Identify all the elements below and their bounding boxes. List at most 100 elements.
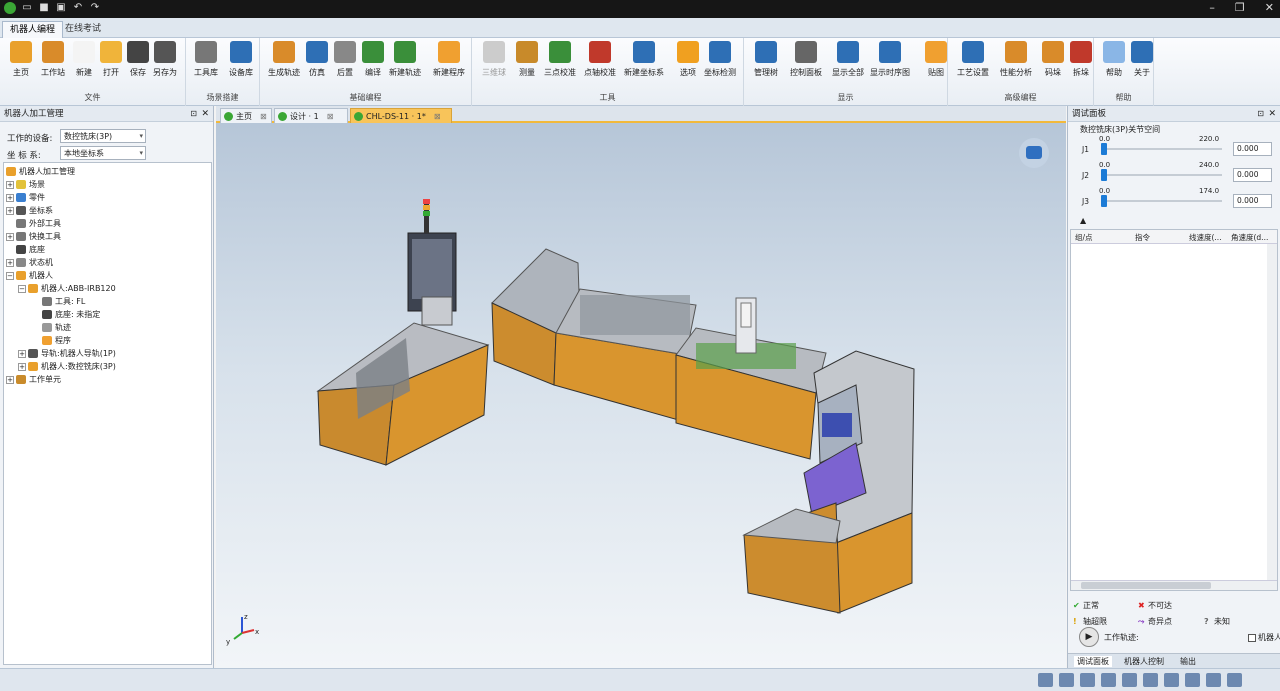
tree-item-ext-tools[interactable]: 外部工具 [16, 217, 61, 230]
col-linear-speed[interactable]: 线速度(... [1189, 232, 1222, 243]
restore-icon[interactable]: ❐ [1235, 1, 1245, 14]
expand-icon[interactable]: + [18, 362, 26, 371]
zoom-fit-icon[interactable] [1080, 673, 1095, 687]
tree-item-quick-tools[interactable]: + 快换工具 [6, 230, 61, 243]
expand-icon[interactable]: + [6, 375, 14, 384]
joint-value-input[interactable]: 0.000 [1233, 168, 1272, 182]
tree-item-trajectory[interactable]: 轨迹 [42, 321, 71, 334]
joint-slider-thumb[interactable] [1101, 169, 1107, 181]
tree-item-cnc[interactable]: + 机器人:数控铣床(3P) [18, 360, 116, 373]
render-mode-icon[interactable] [1101, 673, 1116, 687]
device-row: 工作的设备: 数控铣床(3P) ▾ [0, 128, 213, 145]
tree-item-program[interactable]: 程序 [42, 334, 71, 347]
ribbon-button-point-axis-calib[interactable]: 点轴校准 [583, 41, 617, 78]
doc-tab-chl[interactable]: CHL-DS-11 · 1* ⊠ [350, 108, 452, 123]
view-back-icon[interactable] [1206, 673, 1221, 687]
tree-item-robot-abb[interactable]: − 机器人:ABB-IRB120 [18, 282, 116, 295]
close-icon[interactable]: ⊠ [260, 112, 267, 121]
col-group-point[interactable]: 组/点 [1075, 232, 1093, 243]
joint-value-input[interactable]: 0.000 [1233, 194, 1272, 208]
generate-trajectory-icon [273, 41, 295, 63]
app-logo-icon [278, 112, 287, 121]
ribbon-tab-robot-programming[interactable]: 机器人编程 [2, 21, 64, 38]
close-icon[interactable]: ✕ [201, 106, 209, 122]
tree-item-scene[interactable]: + 场景 [6, 178, 45, 191]
workstation-left [316, 199, 490, 466]
ribbon-button-new-trajectory[interactable]: 新建轨迹 [388, 41, 422, 78]
minimize-icon[interactable]: – [1209, 1, 1215, 14]
collapse-icon[interactable]: ▲ [1080, 216, 1086, 225]
expand-icon[interactable]: + [6, 193, 14, 202]
pin-icon[interactable]: ⊡ [1257, 106, 1264, 122]
joint-slider-thumb[interactable] [1101, 195, 1107, 207]
device-select[interactable]: 数控铣床(3P) ▾ [60, 129, 146, 143]
collapse-icon[interactable]: − [18, 284, 26, 293]
tree-item-parts[interactable]: + 零件 [6, 191, 45, 204]
close-icon[interactable]: ⊠ [327, 112, 334, 121]
close-icon[interactable]: ✕ [1268, 106, 1276, 122]
ribbon-button-process-settings[interactable]: 工艺设置 [956, 41, 990, 78]
save-all-icon[interactable]: ▣ [55, 2, 67, 14]
expand-icon[interactable]: + [18, 349, 26, 358]
joint-slider-track[interactable] [1104, 174, 1222, 176]
tree-item-robot-base[interactable]: 底座: 未指定 [42, 308, 100, 321]
workstation-icon [42, 41, 64, 63]
joint-slider-track[interactable] [1104, 200, 1222, 202]
tree-item-work-unit[interactable]: + 工作单元 [6, 373, 61, 386]
joint-value-input[interactable]: 0.000 [1233, 142, 1272, 156]
tab-output[interactable]: 输出 [1180, 656, 1196, 667]
col-instruction[interactable]: 指令 [1135, 232, 1150, 243]
view-top-icon[interactable] [1143, 673, 1158, 687]
zoom-in-icon[interactable] [1038, 673, 1053, 687]
view-right-icon[interactable] [1185, 673, 1200, 687]
ribbon-button-coordinate-check[interactable]: 坐标检测 [703, 41, 737, 78]
coord-select[interactable]: 本地坐标系 ▾ [60, 146, 146, 160]
save-icon[interactable]: ■ [38, 2, 50, 14]
ribbon-button-timing-diagram[interactable]: 显示时序图 [870, 41, 910, 78]
tree-item-rail[interactable]: + 导轨:机器人导轨(1P) [18, 347, 116, 360]
joint-slider-track[interactable] [1104, 148, 1222, 150]
view-left-icon[interactable] [1164, 673, 1179, 687]
tree-root[interactable]: 机器人加工管理 [6, 165, 75, 178]
joint-slider-thumb[interactable] [1101, 143, 1107, 155]
tree-item-tool[interactable]: 工具: FL [42, 295, 85, 308]
vertical-scrollbar[interactable] [1267, 244, 1277, 580]
ribbon-button-about[interactable]: 关于 [1125, 41, 1159, 78]
robot-checkbox[interactable]: 机器人 [1248, 632, 1280, 643]
expand-icon[interactable]: + [6, 206, 14, 215]
tab-robot-control[interactable]: 机器人控制 [1124, 656, 1164, 667]
ribbon-tab-online-exam[interactable]: 在线考试 [58, 21, 108, 38]
ribbon-group-label: 工具 [599, 93, 616, 102]
horizontal-scrollbar[interactable] [1071, 580, 1277, 590]
ribbon-button-device-library[interactable]: 设备库 [224, 41, 258, 78]
close-icon[interactable]: ✕ [1265, 1, 1274, 14]
table-header: 组/点 指令 线速度(... 角速度(d... [1071, 230, 1277, 244]
collapse-icon[interactable]: − [6, 271, 14, 280]
tree-item-coords[interactable]: + 坐标系 [6, 204, 53, 217]
zoom-out-icon[interactable] [1059, 673, 1074, 687]
workstation-robot [675, 297, 827, 460]
expand-icon[interactable]: + [6, 180, 14, 189]
expand-icon[interactable]: + [6, 232, 14, 241]
col-angular-speed[interactable]: 角速度(d... [1231, 232, 1268, 243]
ribbon-button-new-coordinate[interactable]: 新建坐标系 [624, 41, 664, 78]
new-file-icon[interactable]: ▭ [21, 2, 33, 14]
play-icon[interactable]: ▶ [1079, 627, 1099, 647]
doc-tab-home[interactable]: 主页 ⊠ [220, 108, 272, 123]
tree-item-state-machine[interactable]: + 状态机 [6, 256, 53, 269]
tree-item-robots[interactable]: − 机器人 [6, 269, 53, 282]
device-library-icon [230, 41, 252, 63]
redo-icon[interactable]: ↷ [89, 2, 101, 14]
pin-icon[interactable]: ⊡ [190, 106, 197, 122]
view-front-icon[interactable] [1122, 673, 1137, 687]
doc-tab-design[interactable]: 设计 · 1 ⊠ [274, 108, 348, 123]
view-cube-icon[interactable] [1019, 138, 1049, 168]
3d-viewport[interactable]: z x y [216, 123, 1066, 668]
undo-icon[interactable]: ↶ [72, 2, 84, 14]
tree-item-base[interactable]: 底座 [16, 243, 45, 256]
ribbon-button-new-program[interactable]: 新建程序 [432, 41, 466, 78]
view-iso-icon[interactable] [1227, 673, 1242, 687]
tab-debug-panel[interactable]: 调试面板 [1074, 656, 1112, 667]
close-icon[interactable]: ⊠ [434, 112, 441, 121]
expand-icon[interactable]: + [6, 258, 14, 267]
